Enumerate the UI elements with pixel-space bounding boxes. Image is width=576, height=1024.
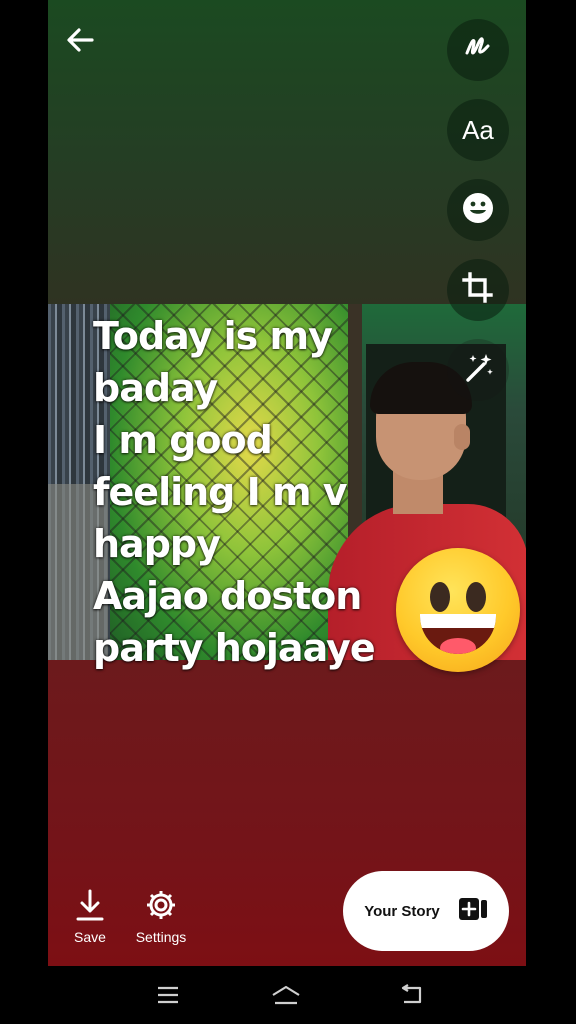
save-button[interactable]: Save: [68, 888, 112, 945]
grinning-face-sticker[interactable]: [396, 548, 520, 672]
sticker-icon: [461, 191, 495, 230]
text-tool-button[interactable]: Aa: [447, 99, 509, 161]
your-story-label: Your Story: [364, 902, 440, 920]
home-icon[interactable]: [266, 980, 306, 1010]
story-text[interactable]: Today is my baday I m good feeling I m v…: [93, 310, 423, 674]
sticker-tongue: [440, 638, 476, 654]
text-icon: Aa: [462, 114, 494, 145]
crop-button[interactable]: [447, 259, 509, 321]
magic-wand-icon: [460, 350, 496, 391]
download-icon: [75, 889, 105, 925]
effects-button[interactable]: [447, 339, 509, 401]
draw-button[interactable]: [447, 19, 509, 81]
menu-icon[interactable]: [148, 980, 188, 1010]
sticker-left-eye: [430, 582, 450, 612]
sticker-mouth: [420, 614, 496, 654]
story-canvas[interactable]: Today is my baday I m good feeling I m v…: [48, 0, 526, 966]
sticker-button[interactable]: [447, 179, 509, 241]
add-to-story-icon: [458, 897, 488, 926]
settings-button[interactable]: Settings: [130, 888, 192, 945]
system-navigation-bar: [0, 966, 576, 1024]
your-story-button[interactable]: Your Story: [343, 871, 509, 951]
person-ear: [454, 424, 470, 450]
crop-icon: [461, 271, 495, 310]
sticker-teeth: [420, 614, 496, 628]
sticker-right-eye: [466, 582, 486, 612]
settings-label: Settings: [135, 929, 187, 945]
squiggle-draw-icon: [461, 31, 495, 70]
gear-icon: [144, 891, 178, 925]
back-icon[interactable]: [392, 980, 432, 1010]
back-arrow-icon[interactable]: [62, 22, 102, 62]
save-label: Save: [74, 929, 106, 945]
